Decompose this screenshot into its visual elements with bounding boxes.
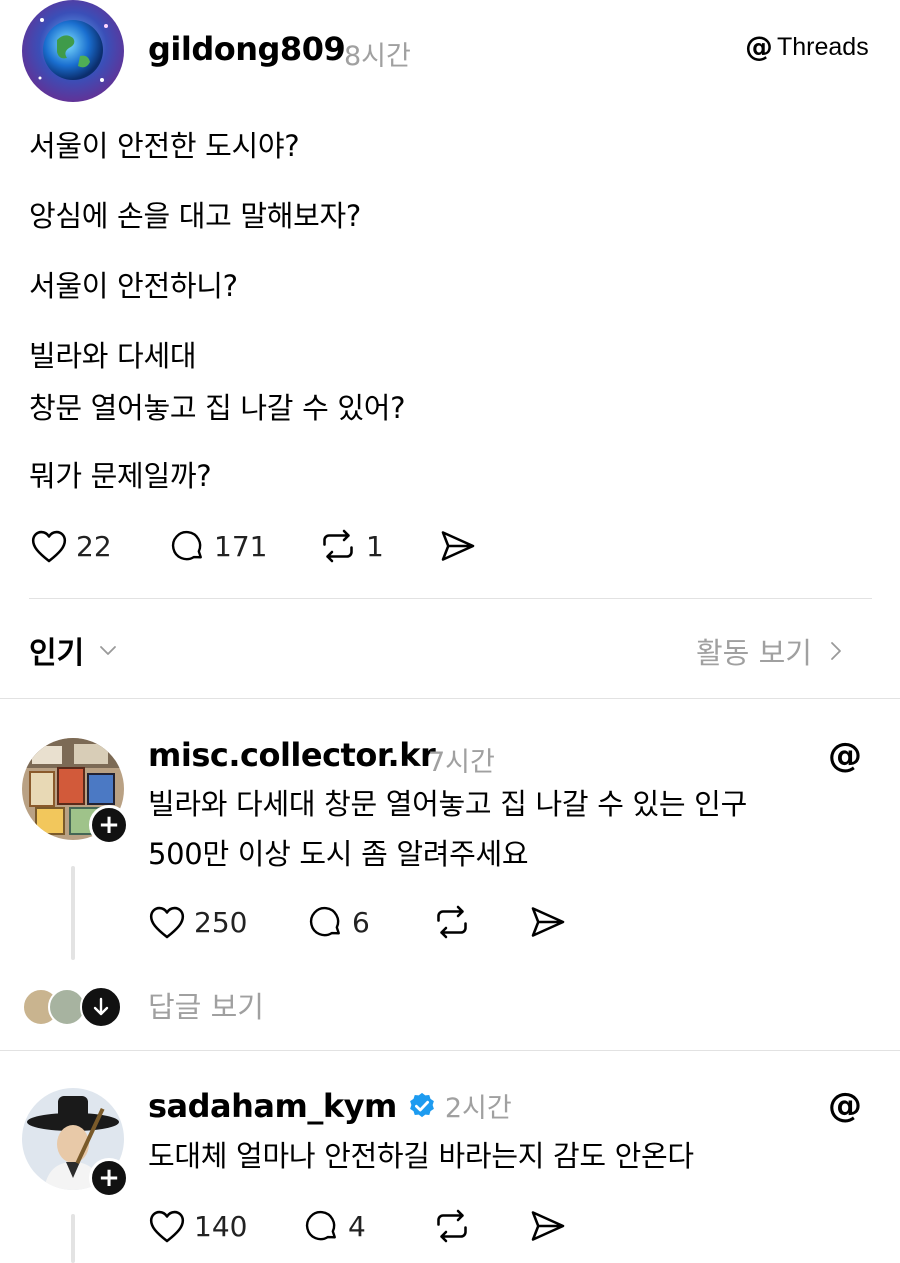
share-button[interactable] — [528, 1208, 568, 1244]
view-replies-label: 답글 보기 — [148, 990, 264, 1024]
share-icon — [531, 907, 565, 937]
post-line-5: 창문 열어놓고 집 나갈 수 있어? — [29, 391, 406, 425]
like-count: 140 — [194, 1209, 248, 1243]
svg-text:@: @ — [828, 1086, 862, 1124]
repost-count: 1 — [366, 529, 384, 563]
svg-text:@: @ — [828, 736, 862, 774]
reply-thread-line — [71, 866, 75, 960]
like-button[interactable]: 22 — [30, 528, 112, 564]
comment-button[interactable]: 171 — [170, 528, 267, 564]
reply-author-row: sadaham_kym 2시간 — [148, 1086, 512, 1125]
reply-thread-line — [71, 1214, 75, 1263]
post-line-3: 서울이 안전하니? — [29, 269, 238, 303]
follow-button[interactable]: + — [89, 1158, 129, 1198]
repost-button[interactable] — [432, 904, 472, 940]
reply-time: 7시간 — [428, 747, 495, 778]
repost-icon — [437, 905, 467, 939]
like-count: 22 — [76, 529, 112, 563]
like-button[interactable]: 250 — [148, 904, 247, 940]
sort-dropdown[interactable]: 인기 — [29, 628, 120, 672]
share-icon — [531, 1211, 565, 1241]
avatar-gildong809[interactable] — [22, 0, 124, 102]
post-line-6: 뭐가 문제일까? — [29, 459, 212, 493]
share-button[interactable] — [528, 904, 568, 940]
like-count: 250 — [194, 905, 248, 939]
post-line-2: 앙심에 손을 대고 말해보자? — [29, 199, 362, 233]
view-replies-button[interactable]: 답글 보기 — [22, 984, 264, 1028]
threads-brand-label: Threads — [777, 32, 869, 61]
heart-icon — [149, 1210, 185, 1243]
comment-count: 171 — [214, 529, 268, 563]
share-button[interactable] — [438, 528, 478, 564]
post-divider — [29, 598, 872, 599]
reply-avatars — [22, 986, 126, 1028]
comment-icon — [305, 1210, 336, 1241]
post-line-1: 서울이 안전한 도시야? — [29, 129, 300, 163]
arrow-down-badge — [80, 986, 122, 1028]
share-icon — [441, 531, 475, 561]
reply-author[interactable]: sadaham_kym — [148, 1087, 397, 1125]
comment-count: 6 — [352, 905, 370, 939]
reply-author[interactable]: misc.collector.kr — [148, 736, 436, 774]
like-button[interactable]: 140 — [148, 1208, 247, 1244]
comment-icon — [171, 530, 202, 561]
view-activity-link[interactable]: 활동 보기 — [696, 630, 846, 672]
reply-time: 2시간 — [444, 1093, 512, 1124]
view-activity-label: 활동 보기 — [696, 636, 812, 670]
threads-logo-button[interactable]: @ — [828, 1085, 862, 1128]
plus-icon: + — [98, 810, 120, 840]
earth-avatar-image — [22, 0, 124, 102]
follow-button[interactable]: + — [89, 805, 129, 845]
threads-brand[interactable]: @ Threads — [745, 32, 869, 62]
comment-button[interactable]: 6 — [308, 904, 370, 940]
comment-button[interactable]: 4 — [304, 1208, 366, 1244]
post-time: 8시간 — [344, 41, 411, 72]
repost-icon — [437, 1209, 467, 1243]
sort-divider — [0, 698, 900, 699]
threads-logo-button[interactable]: @ — [828, 735, 862, 778]
chevron-right-icon — [831, 642, 841, 660]
arrow-down-icon — [93, 997, 109, 1016]
heart-icon — [31, 530, 67, 563]
reply-divider — [0, 1050, 900, 1051]
threads-logo-icon: @ — [828, 735, 862, 775]
svg-text:@: @ — [745, 32, 773, 62]
threads-logo-icon: @ — [828, 1085, 862, 1125]
repost-button[interactable] — [432, 1208, 472, 1244]
comment-count: 4 — [348, 1209, 366, 1243]
repost-button[interactable]: 1 — [318, 528, 384, 564]
plus-icon: + — [98, 1163, 120, 1193]
repost-icon — [323, 529, 353, 563]
reply-line-1: 빌라와 다세대 창문 열어놓고 집 나갈 수 있는 인구 — [148, 787, 747, 821]
threads-logo-icon: @ — [745, 32, 773, 62]
post-line-4: 빌라와 다세대 — [29, 339, 197, 373]
reply-line-1: 도대체 얼마나 안전하길 바라는지 감도 안온다 — [148, 1139, 694, 1173]
reply-line-2: 500만 이상 도시 좀 알려주세요 — [148, 837, 529, 871]
verified-icon — [409, 1092, 434, 1117]
heart-icon — [149, 906, 185, 939]
post-author[interactable]: gildong809 — [148, 30, 346, 68]
chevron-down-icon — [100, 646, 117, 655]
sort-label: 인기 — [29, 636, 85, 671]
comment-icon — [309, 906, 340, 937]
